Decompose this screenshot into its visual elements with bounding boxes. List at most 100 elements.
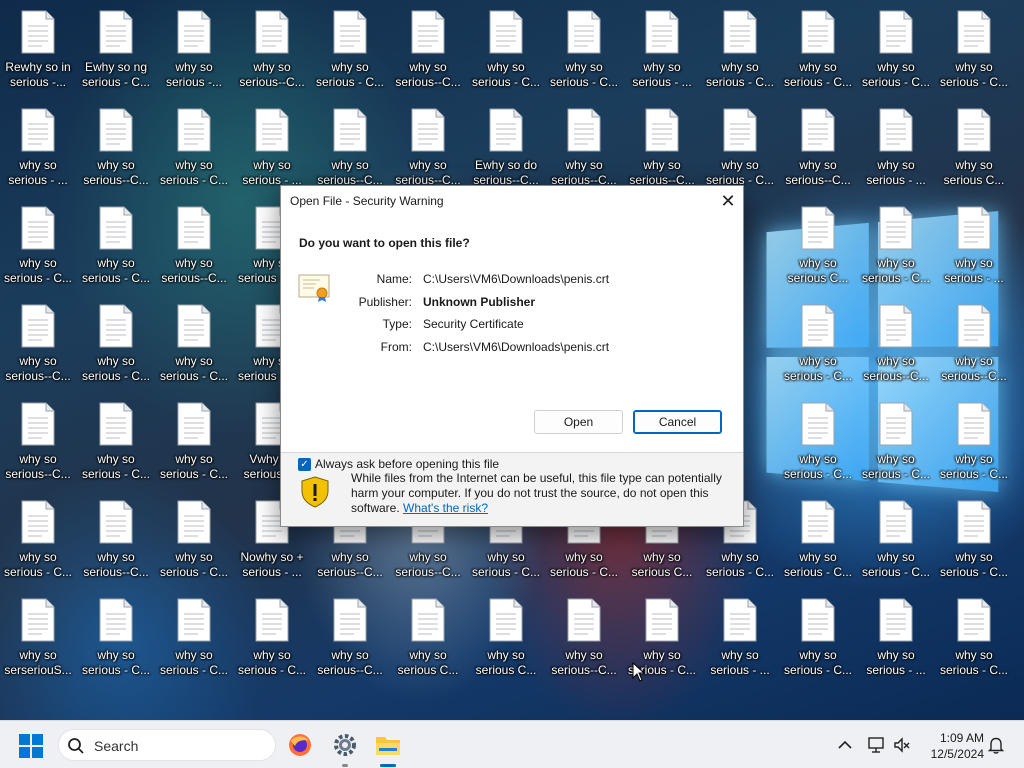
desktop-file-icon[interactable]: why so serious - C... bbox=[937, 492, 1011, 582]
desktop-file-icon[interactable]: why so serious - C... bbox=[79, 198, 153, 288]
desktop-file-icon[interactable]: why so serious - ... bbox=[859, 590, 933, 680]
desktop-file-icon[interactable]: why so serious C... bbox=[937, 100, 1011, 190]
whats-the-risk-link[interactable]: What's the risk? bbox=[403, 501, 488, 515]
desktop-file-icon[interactable]: why so serious - ... bbox=[625, 2, 699, 92]
desktop-file-icon[interactable]: why so serious - C... bbox=[703, 100, 777, 190]
desktop-file-icon[interactable]: why so serious--C... bbox=[157, 198, 231, 288]
desktop-file-label: why so serious -... bbox=[165, 60, 222, 89]
desktop-file-icon[interactable]: why so serious--C... bbox=[547, 590, 621, 680]
desktop-file-icon[interactable]: why so serious - C... bbox=[547, 2, 621, 92]
desktop-file-label: why so serious C... bbox=[397, 648, 459, 677]
desktop-file-icon[interactable]: why so serious--C... bbox=[313, 590, 387, 680]
desktop-file-icon[interactable]: why so serious - ... bbox=[235, 100, 309, 190]
text-file-icon bbox=[645, 10, 679, 54]
taskbar-clock[interactable]: 1:09 AM 12/5/2024 bbox=[918, 730, 984, 762]
desktop-file-icon[interactable]: Ewhy so ng serious - C... bbox=[79, 2, 153, 92]
desktop-file-icon[interactable]: why so serious - C... bbox=[157, 296, 231, 386]
text-file-icon bbox=[99, 500, 133, 544]
desktop-file-icon[interactable]: why so serious - C... bbox=[781, 2, 855, 92]
desktop-file-icon[interactable]: why so serseriouS... bbox=[1, 590, 75, 680]
desktop-file-icon[interactable]: why so serious - C... bbox=[157, 394, 231, 484]
always-ask-checkbox[interactable]: ✓ bbox=[298, 457, 311, 471]
chevron-up-icon[interactable] bbox=[835, 735, 855, 755]
desktop-file-icon[interactable]: why so serious C... bbox=[469, 590, 543, 680]
desktop-file-icon[interactable]: Ewhy so do serious--C... bbox=[469, 100, 543, 190]
text-file-icon bbox=[99, 304, 133, 348]
desktop-file-icon[interactable]: why so serious - C... bbox=[157, 590, 231, 680]
desktop-file-label: why so serious - C... bbox=[549, 550, 618, 579]
desktop-file-icon[interactable]: why so serious - C... bbox=[937, 590, 1011, 680]
settings-taskbar-button[interactable] bbox=[329, 729, 361, 761]
desktop-file-icon[interactable]: why so serious - ... bbox=[703, 590, 777, 680]
desktop-file-label: why so serious--C... bbox=[5, 452, 71, 481]
desktop-file-icon[interactable]: why so serious - C... bbox=[469, 2, 543, 92]
desktop-file-icon[interactable]: why so serious - C... bbox=[781, 590, 855, 680]
desktop-file-icon[interactable]: why so serious--C... bbox=[1, 394, 75, 484]
desktop-file-icon[interactable]: why so serious - C... bbox=[859, 198, 933, 288]
desktop-file-icon[interactable]: why so serious--C... bbox=[235, 2, 309, 92]
desktop-file-label: why so serious - ... bbox=[8, 158, 68, 187]
desktop-file-icon[interactable]: why so serious - C... bbox=[79, 394, 153, 484]
desktop-file-icon[interactable]: why so serious - C... bbox=[781, 296, 855, 386]
desktop-file-label: Ewhy so do serious--C... bbox=[473, 158, 539, 187]
desktop-file-icon[interactable]: why so serious--C... bbox=[391, 100, 465, 190]
desktop-file-icon[interactable]: why so serious - C... bbox=[79, 590, 153, 680]
cancel-button[interactable]: Cancel bbox=[633, 410, 722, 434]
desktop-file-icon[interactable]: why so serious - C... bbox=[1, 198, 75, 288]
always-ask-label[interactable]: Always ask before opening this file bbox=[315, 457, 499, 471]
dialog-titlebar[interactable]: Open File - Security Warning ✕ bbox=[281, 186, 743, 216]
open-button[interactable]: Open bbox=[534, 410, 623, 434]
desktop-file-icon[interactable]: why so serious--C... bbox=[1, 296, 75, 386]
desktop-file-label: why so serious - C... bbox=[471, 550, 540, 579]
folder-icon bbox=[376, 737, 400, 755]
text-file-icon bbox=[723, 10, 757, 54]
desktop-file-icon[interactable]: why so serious - C... bbox=[79, 296, 153, 386]
desktop-file-label: why so serious--C... bbox=[785, 158, 851, 187]
desktop-file-label: why so serious - C... bbox=[81, 256, 150, 285]
desktop-file-icon[interactable]: why so serious - C... bbox=[703, 2, 777, 92]
desktop-file-icon[interactable]: why so serious--C... bbox=[313, 100, 387, 190]
desktop-file-icon[interactable]: why so serious - C... bbox=[313, 2, 387, 92]
firefox-taskbar-button[interactable] bbox=[284, 729, 316, 761]
desktop-file-icon[interactable]: why so serious - C... bbox=[157, 492, 231, 582]
desktop-file-icon[interactable]: why so serious - C... bbox=[157, 100, 231, 190]
desktop-file-icon[interactable]: why so serious - C... bbox=[235, 590, 309, 680]
desktop-file-icon[interactable]: why so serious--C... bbox=[937, 296, 1011, 386]
desktop-file-label: why so serious - C... bbox=[159, 550, 228, 579]
desktop-file-icon[interactable]: why so serious - C... bbox=[781, 394, 855, 484]
text-file-icon bbox=[21, 206, 55, 250]
volume-muted-icon[interactable] bbox=[892, 735, 912, 755]
desktop-file-icon[interactable]: why so serious - C... bbox=[937, 394, 1011, 484]
desktop-file-icon[interactable]: why so serious--C... bbox=[625, 100, 699, 190]
text-file-icon bbox=[489, 108, 523, 152]
desktop-file-icon[interactable]: why so serious - C... bbox=[937, 2, 1011, 92]
security-warning-dialog: Open File - Security Warning ✕ Do you wa… bbox=[280, 185, 744, 527]
taskbar-search-box[interactable]: Search bbox=[58, 729, 276, 761]
desktop-file-icon[interactable]: why so serious - C... bbox=[859, 2, 933, 92]
desktop-file-icon[interactable]: why so serious - C... bbox=[1, 492, 75, 582]
desktop-file-icon[interactable]: why so serious - ... bbox=[1, 100, 75, 190]
desktop-file-icon[interactable]: why so serious - C... bbox=[859, 492, 933, 582]
text-file-icon bbox=[21, 304, 55, 348]
desktop-file-icon[interactable]: why so serious - ... bbox=[859, 100, 933, 190]
network-icon[interactable] bbox=[866, 735, 886, 755]
file-explorer-taskbar-button[interactable] bbox=[372, 729, 404, 761]
desktop-file-icon[interactable]: why so serious - C... bbox=[781, 492, 855, 582]
desktop-file-icon[interactable]: why so serious--C... bbox=[391, 2, 465, 92]
desktop-file-label: Rewhy so in serious -... bbox=[5, 60, 71, 89]
close-button[interactable]: ✕ bbox=[713, 186, 743, 216]
desktop-file-icon[interactable]: why so serious - C... bbox=[859, 394, 933, 484]
warning-text: While files from the Internet can be use… bbox=[351, 471, 735, 516]
desktop-file-icon[interactable]: why so serious C... bbox=[781, 198, 855, 288]
notification-bell-icon[interactable] bbox=[986, 735, 1006, 755]
desktop-file-icon[interactable]: why so serious--C... bbox=[859, 296, 933, 386]
desktop-file-icon[interactable]: Rewhy so in serious -... bbox=[1, 2, 75, 92]
desktop-file-icon[interactable]: why so serious--C... bbox=[547, 100, 621, 190]
desktop-file-icon[interactable]: why so serious -... bbox=[157, 2, 231, 92]
desktop-file-icon[interactable]: why so serious - ... bbox=[937, 198, 1011, 288]
desktop-file-icon[interactable]: why so serious--C... bbox=[79, 492, 153, 582]
desktop-file-icon[interactable]: why so serious--C... bbox=[781, 100, 855, 190]
desktop-file-icon[interactable]: why so serious--C... bbox=[79, 100, 153, 190]
desktop-file-icon[interactable]: why so serious C... bbox=[391, 590, 465, 680]
start-button[interactable] bbox=[18, 733, 44, 759]
